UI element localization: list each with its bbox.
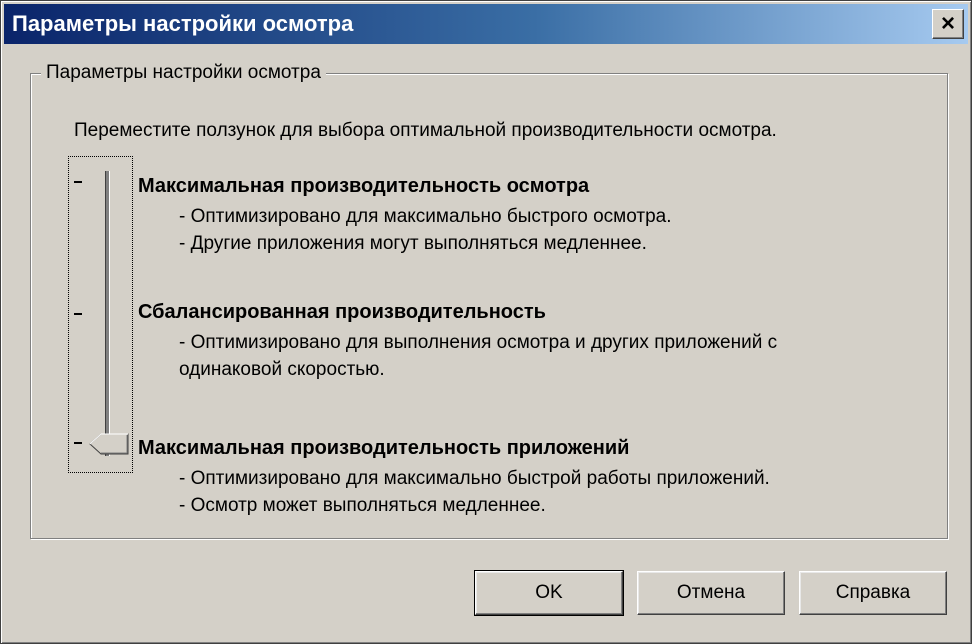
option-balanced-title: Сбалансированная производительность xyxy=(138,301,546,323)
close-icon: × xyxy=(940,10,955,37)
cancel-button[interactable]: Отмена xyxy=(637,571,785,615)
dialog-title: Параметры настройки осмотра xyxy=(12,11,354,36)
slider-tick-max-apps xyxy=(74,442,82,444)
option-max-apps-desc-1: - Оптимизировано для максимально быстрой… xyxy=(179,468,770,489)
slider-tick-max-scan xyxy=(74,181,82,183)
title-bar: Параметры настройки осмотра × xyxy=(4,4,968,44)
option-balanced-desc-1: - Оптимизировано для выполнения осмотра … xyxy=(179,332,778,353)
ok-button[interactable]: OK xyxy=(474,570,624,616)
option-max-scan-desc-2: - Другие приложения могут выполняться ме… xyxy=(179,233,647,254)
help-button[interactable]: Справка xyxy=(799,571,947,615)
slider-track[interactable] xyxy=(105,171,110,456)
groupbox-legend: Параметры настройки осмотра xyxy=(41,62,326,84)
close-button[interactable]: × xyxy=(932,9,964,39)
slider-tick-balanced xyxy=(74,313,82,315)
option-balanced-desc-2: одинаковой скоростью. xyxy=(179,359,385,380)
scan-settings-dialog: Параметры настройки осмотра × Параметры … xyxy=(0,0,972,644)
option-max-apps-title: Максимальная производительность приложен… xyxy=(138,437,630,459)
option-max-scan-title: Максимальная производительность осмотра xyxy=(138,175,590,197)
option-max-apps-desc-2: - Осмотр может выполняться медленнее. xyxy=(179,495,546,516)
slider-instruction: Переместите ползунок для выбора оптималь… xyxy=(74,120,777,141)
slider-thumb[interactable] xyxy=(89,433,129,455)
option-max-scan-desc-1: - Оптимизировано для максимально быстрог… xyxy=(179,206,672,227)
